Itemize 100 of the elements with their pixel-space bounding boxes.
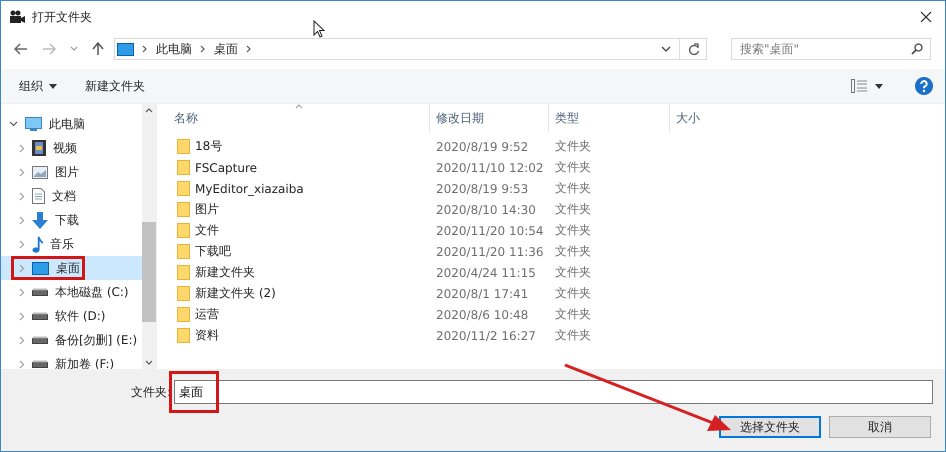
drive-icon bbox=[32, 336, 48, 344]
refresh-icon[interactable] bbox=[688, 42, 700, 56]
table-cell-text: 2020/4/24 11:15 bbox=[435, 266, 537, 280]
scrollbar[interactable] bbox=[142, 104, 156, 369]
tree-item[interactable]: 新加卷 (F:) bbox=[1, 352, 142, 369]
folder-icon bbox=[177, 181, 190, 196]
file-name[interactable]: 运营 bbox=[195, 306, 219, 323]
folder-icon bbox=[177, 265, 190, 280]
tree-item[interactable]: 此电脑 bbox=[1, 112, 142, 136]
search-icon bbox=[911, 43, 923, 55]
chevron-right-icon bbox=[19, 288, 25, 296]
chevron-down-icon[interactable] bbox=[145, 360, 153, 365]
chevron-right-icon bbox=[19, 216, 25, 224]
column-header[interactable]: 大小 bbox=[670, 104, 740, 132]
up-arrow-icon[interactable] bbox=[92, 42, 104, 56]
chevron-right-icon bbox=[19, 264, 25, 272]
down-arrow-icon bbox=[32, 212, 48, 228]
tree-item-label: 桌面 bbox=[56, 260, 80, 276]
chevron-right-icon bbox=[19, 336, 25, 344]
breadcrumb-item[interactable]: 桌面 bbox=[214, 40, 238, 58]
table-cell-text: 文件夹 bbox=[554, 243, 592, 260]
file-name[interactable]: 下载吧 bbox=[195, 243, 231, 260]
tree-item[interactable]: 视频 bbox=[1, 136, 142, 160]
table-cell-text: 2020/8/6 10:48 bbox=[435, 308, 530, 322]
tree-item-label: 文档 bbox=[52, 188, 76, 204]
tree-item[interactable]: 图片 bbox=[1, 160, 142, 184]
tree-item[interactable]: 本地磁盘 (C:) bbox=[1, 280, 142, 304]
mouse-cursor-icon bbox=[313, 20, 325, 38]
file-name[interactable]: 文件 bbox=[195, 222, 219, 239]
column-header[interactable]: 类型 bbox=[549, 104, 670, 132]
breadcrumb-item[interactable]: 此电脑 bbox=[156, 40, 192, 58]
table-cell-text: 2020/8/19 9:53 bbox=[435, 182, 530, 196]
file-name[interactable]: MyEditor_xiazaiba bbox=[195, 182, 304, 196]
chevron-down-icon bbox=[9, 121, 18, 127]
table-cell-text: 2020/8/1 17:41 bbox=[435, 286, 530, 300]
chevron-right-icon bbox=[200, 45, 206, 53]
tree-item-label: 备份[勿删] (E:) bbox=[55, 332, 138, 348]
drive-icon bbox=[32, 360, 48, 368]
column-header[interactable]: 名称 bbox=[157, 104, 430, 132]
monitor-icon bbox=[25, 116, 42, 132]
image-icon bbox=[32, 166, 48, 178]
organize-button[interactable]: 组织 bbox=[9, 74, 67, 98]
folder-icon bbox=[177, 307, 190, 322]
help-icon[interactable] bbox=[915, 77, 933, 95]
tree-item-label: 视频 bbox=[53, 140, 77, 156]
folder-icon bbox=[177, 202, 190, 217]
close-icon[interactable] bbox=[920, 11, 932, 23]
chevron-right-icon bbox=[19, 312, 25, 320]
tree-item-label: 下载 bbox=[55, 212, 79, 228]
address-bar[interactable]: 此电脑 桌面 bbox=[114, 38, 707, 60]
folder-icon bbox=[177, 244, 190, 259]
file-name[interactable]: 新建文件夹 (2) bbox=[195, 285, 276, 302]
tree-item[interactable]: 音乐 bbox=[1, 232, 142, 256]
file-name[interactable]: FSCapture bbox=[195, 160, 258, 174]
back-arrow-icon[interactable] bbox=[14, 43, 28, 55]
caret-icon[interactable] bbox=[875, 84, 883, 88]
desktop-icon bbox=[32, 262, 49, 274]
folder-icon bbox=[177, 223, 190, 238]
table-cell-text: 文件夹 bbox=[554, 180, 592, 197]
camera-icon bbox=[9, 10, 25, 24]
select-folder-button[interactable]: 选择文件夹 bbox=[719, 416, 821, 438]
chevron-right-icon bbox=[19, 144, 25, 152]
film-icon bbox=[32, 140, 46, 156]
table-cell-text: 文件夹 bbox=[554, 138, 592, 155]
tree-item[interactable]: 备份[勿删] (E:) bbox=[1, 328, 142, 352]
sort-caret-icon bbox=[295, 104, 303, 109]
tree-item[interactable]: 软件 (D:) bbox=[1, 304, 142, 328]
chevron-right-icon bbox=[19, 240, 25, 248]
folder-icon bbox=[177, 328, 190, 343]
table-cell-text: 文件夹 bbox=[554, 327, 592, 344]
tree-item[interactable]: 文档 bbox=[1, 184, 142, 208]
table-cell-text: 2020/11/20 11:36 bbox=[435, 244, 545, 258]
table-cell-text: 文件夹 bbox=[554, 159, 592, 176]
view-options-icon[interactable] bbox=[851, 79, 867, 93]
input-field[interactable]: 桌面 bbox=[174, 380, 933, 404]
folder-icon bbox=[177, 160, 190, 175]
folder-icon bbox=[177, 286, 190, 301]
tree-item-label: 音乐 bbox=[50, 236, 74, 252]
table-cell-text: 文件夹 bbox=[554, 306, 592, 323]
folder-icon bbox=[177, 139, 190, 154]
chevron-right-icon bbox=[19, 168, 25, 176]
table-cell-text: 2020/11/20 10:54 bbox=[435, 224, 545, 238]
new-folder-button[interactable]: 新建文件夹 bbox=[75, 74, 155, 98]
window-title: 打开文件夹 bbox=[32, 8, 92, 26]
column-header[interactable]: 修改日期 bbox=[430, 104, 549, 132]
chevron-down-icon[interactable] bbox=[661, 46, 671, 52]
file-name[interactable]: 18号 bbox=[195, 138, 222, 155]
chevron-up-icon[interactable] bbox=[145, 108, 153, 113]
desktop-icon bbox=[117, 42, 134, 56]
file-name[interactable]: 图片 bbox=[195, 201, 219, 218]
table-cell-text: 2020/11/10 12:02 bbox=[435, 160, 545, 174]
tree-item-label: 本地磁盘 (C:) bbox=[55, 284, 129, 300]
cancel-button[interactable]: 取消 bbox=[829, 416, 931, 438]
file-name[interactable]: 资料 bbox=[195, 327, 219, 344]
tree-item[interactable]: 下载 bbox=[1, 208, 142, 232]
file-name[interactable]: 新建文件夹 bbox=[195, 264, 255, 281]
scrollbar-thumb[interactable] bbox=[142, 222, 156, 322]
chevron-right-icon bbox=[246, 45, 252, 53]
tree-item[interactable]: 桌面 bbox=[1, 256, 142, 280]
search-field[interactable]: 搜索"桌面" bbox=[731, 38, 931, 60]
